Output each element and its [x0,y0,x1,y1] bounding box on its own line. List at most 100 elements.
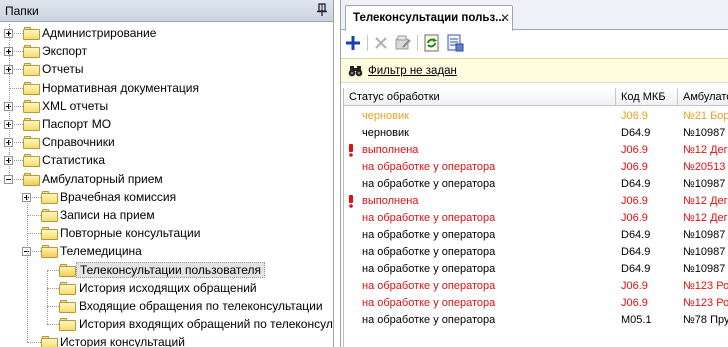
cell-mkb: J06.9 [621,195,648,207]
column-header-amb[interactable]: Амбулато [683,91,728,103]
table-row[interactable]: на обработке у оператора J06.9 №12 Дега [344,210,728,227]
tree-item-label: Справочники [42,135,115,150]
cell-status: на обработке у оператора [362,297,496,309]
tab-teleconsultations[interactable]: Телеконсультации польз... ✕ [345,5,513,31]
tree-item[interactable]: Отчеты [0,60,333,78]
cell-mkb: D64.9 [621,246,651,258]
table-row[interactable]: на обработке у оператора D64.9 №10987 Я [344,176,728,193]
tree-line [9,87,23,89]
tree-item[interactable]: Телемедицина [0,242,333,260]
cell-amb: №10987 Я [683,178,728,190]
tree-item[interactable]: Телеконсультации пользователя [0,261,333,279]
tree-item[interactable]: Статистика [0,151,333,169]
delete-icon[interactable] [371,33,391,53]
tree-item[interactable]: XML отчеты [0,97,333,115]
tree-line [47,324,59,326]
table-row[interactable]: на обработке у оператора J06.9 №123 Ром [344,278,728,295]
table-row[interactable]: черновик D64.9 №10987 Я [344,125,728,142]
teleconsultations-grid: Статус обработки Код МКБ Амбулато чернов… [343,88,728,347]
tab-strip: Телеконсультации польз... ✕ [341,0,728,31]
cell-status: на обработке у оператора [362,229,496,241]
cell-amb: №20513 Т [683,161,728,173]
tree-item[interactable]: История исходящих обращений [0,279,333,297]
tree-line [14,51,23,53]
pin-icon[interactable] [316,3,328,17]
tree-line [32,251,41,253]
toolbar-separator [367,35,368,51]
toolbar [341,31,728,55]
folder-icon [59,318,76,332]
cell-amb: №123 Ром [683,297,728,309]
cell-status: на обработке у оператора [362,314,496,326]
refresh-icon[interactable] [422,33,442,53]
tree-line [47,269,59,271]
folder-icon [41,227,58,241]
cell-mkb: D64.9 [621,229,651,241]
column-divider[interactable] [677,88,678,106]
tree-item-label: Паспорт МО [42,117,112,131]
table-row[interactable]: на обработке у оператора J06.9 №123 Ром [344,295,728,312]
tree-item[interactable]: История входящих обращений по телеконсул [0,315,333,333]
folder-icon [23,118,40,131]
cell-amb: №12 Дега [683,195,728,207]
close-icon[interactable]: ✕ [500,11,510,25]
table-row[interactable]: на обработке у оператора J06.9 №20513 Т [344,159,728,176]
tree-item-label: Амбулаторный прием [42,171,163,186]
tree-line [14,105,23,107]
table-row[interactable]: выполнена J06.9 №12 Дега [344,193,728,210]
cell-mkb: J06.9 [621,110,648,122]
exclamation-icon [349,144,353,157]
tree-item-label: Нормативная документация [42,80,199,95]
tree-item[interactable]: История консультаций [0,333,333,347]
edit-icon[interactable] [393,33,413,53]
cell-status: на обработке у оператора [362,263,496,275]
tree-item-label: Входящие обращения по телеконсультации [79,299,323,313]
tree-item[interactable]: Врачебная комиссия [0,188,333,206]
table-row[interactable]: на обработке у оператора M05.1 №78 Прут [344,312,728,329]
cell-mkb: D64.9 [621,127,651,139]
cell-mkb: D64.9 [621,263,651,275]
column-divider[interactable] [615,88,616,106]
table-row[interactable]: выполнена J06.9 №12 Дега [344,142,728,159]
tree-item[interactable]: Записи на прием [0,206,333,224]
grid-header: Статус обработки Код МКБ Амбулато [344,88,728,106]
tree-line [14,160,23,162]
toolbar-separator [417,35,418,51]
tree-item[interactable]: Справочники [0,133,333,151]
add-icon[interactable] [343,33,363,53]
tree-line [27,196,28,343]
tree-item[interactable]: Нормативная документация [0,79,333,97]
cell-mkb: J06.9 [621,297,648,309]
cell-mkb: J06.9 [621,280,648,292]
column-header-mkb[interactable]: Код МКБ [621,91,666,103]
cell-amb: №10987 Я [683,263,728,275]
tree-line [14,124,23,125]
column-header-status[interactable]: Статус обработки [349,91,440,103]
export-icon[interactable] [445,33,465,53]
table-row[interactable]: на обработке у оператора D64.9 №10987 Я [344,261,728,278]
cell-amb: №21 Борх [683,110,728,122]
collapse-icon[interactable] [4,174,13,184]
tree-item[interactable]: Повторные консультации [0,224,333,242]
tree-item[interactable]: Паспорт МО [0,115,333,133]
table-row[interactable]: на обработке у оператора D64.9 №10987 Я [344,244,728,261]
folder-icon [23,99,40,113]
tree-item[interactable]: Амбулаторный прием [0,170,333,188]
cell-status: на обработке у оператора [362,280,496,292]
tree-item-label: История исходящих обращений [79,280,257,295]
cell-status: черновик [362,110,409,122]
tree-item[interactable]: Экспорт [0,42,333,60]
folder-icon [41,336,58,347]
cell-status: черновик [362,127,409,139]
cell-amb: №12 Дега [683,212,728,224]
table-row[interactable]: черновик J06.9 №21 Борх [344,108,728,125]
tree-line [32,196,41,198]
table-row[interactable]: на обработке у оператора D64.9 №10987 Я [344,227,728,244]
tree-item[interactable]: Администрирование [0,24,333,42]
cell-status: на обработке у оператора [362,178,496,190]
cell-amb: №12 Дега [683,144,728,156]
folder-icon [23,81,40,95]
filter-link[interactable]: Фильтр не задан [368,65,457,77]
binoculars-icon[interactable] [348,65,363,77]
tree-item[interactable]: Входящие обращения по телеконсультации [0,297,333,315]
